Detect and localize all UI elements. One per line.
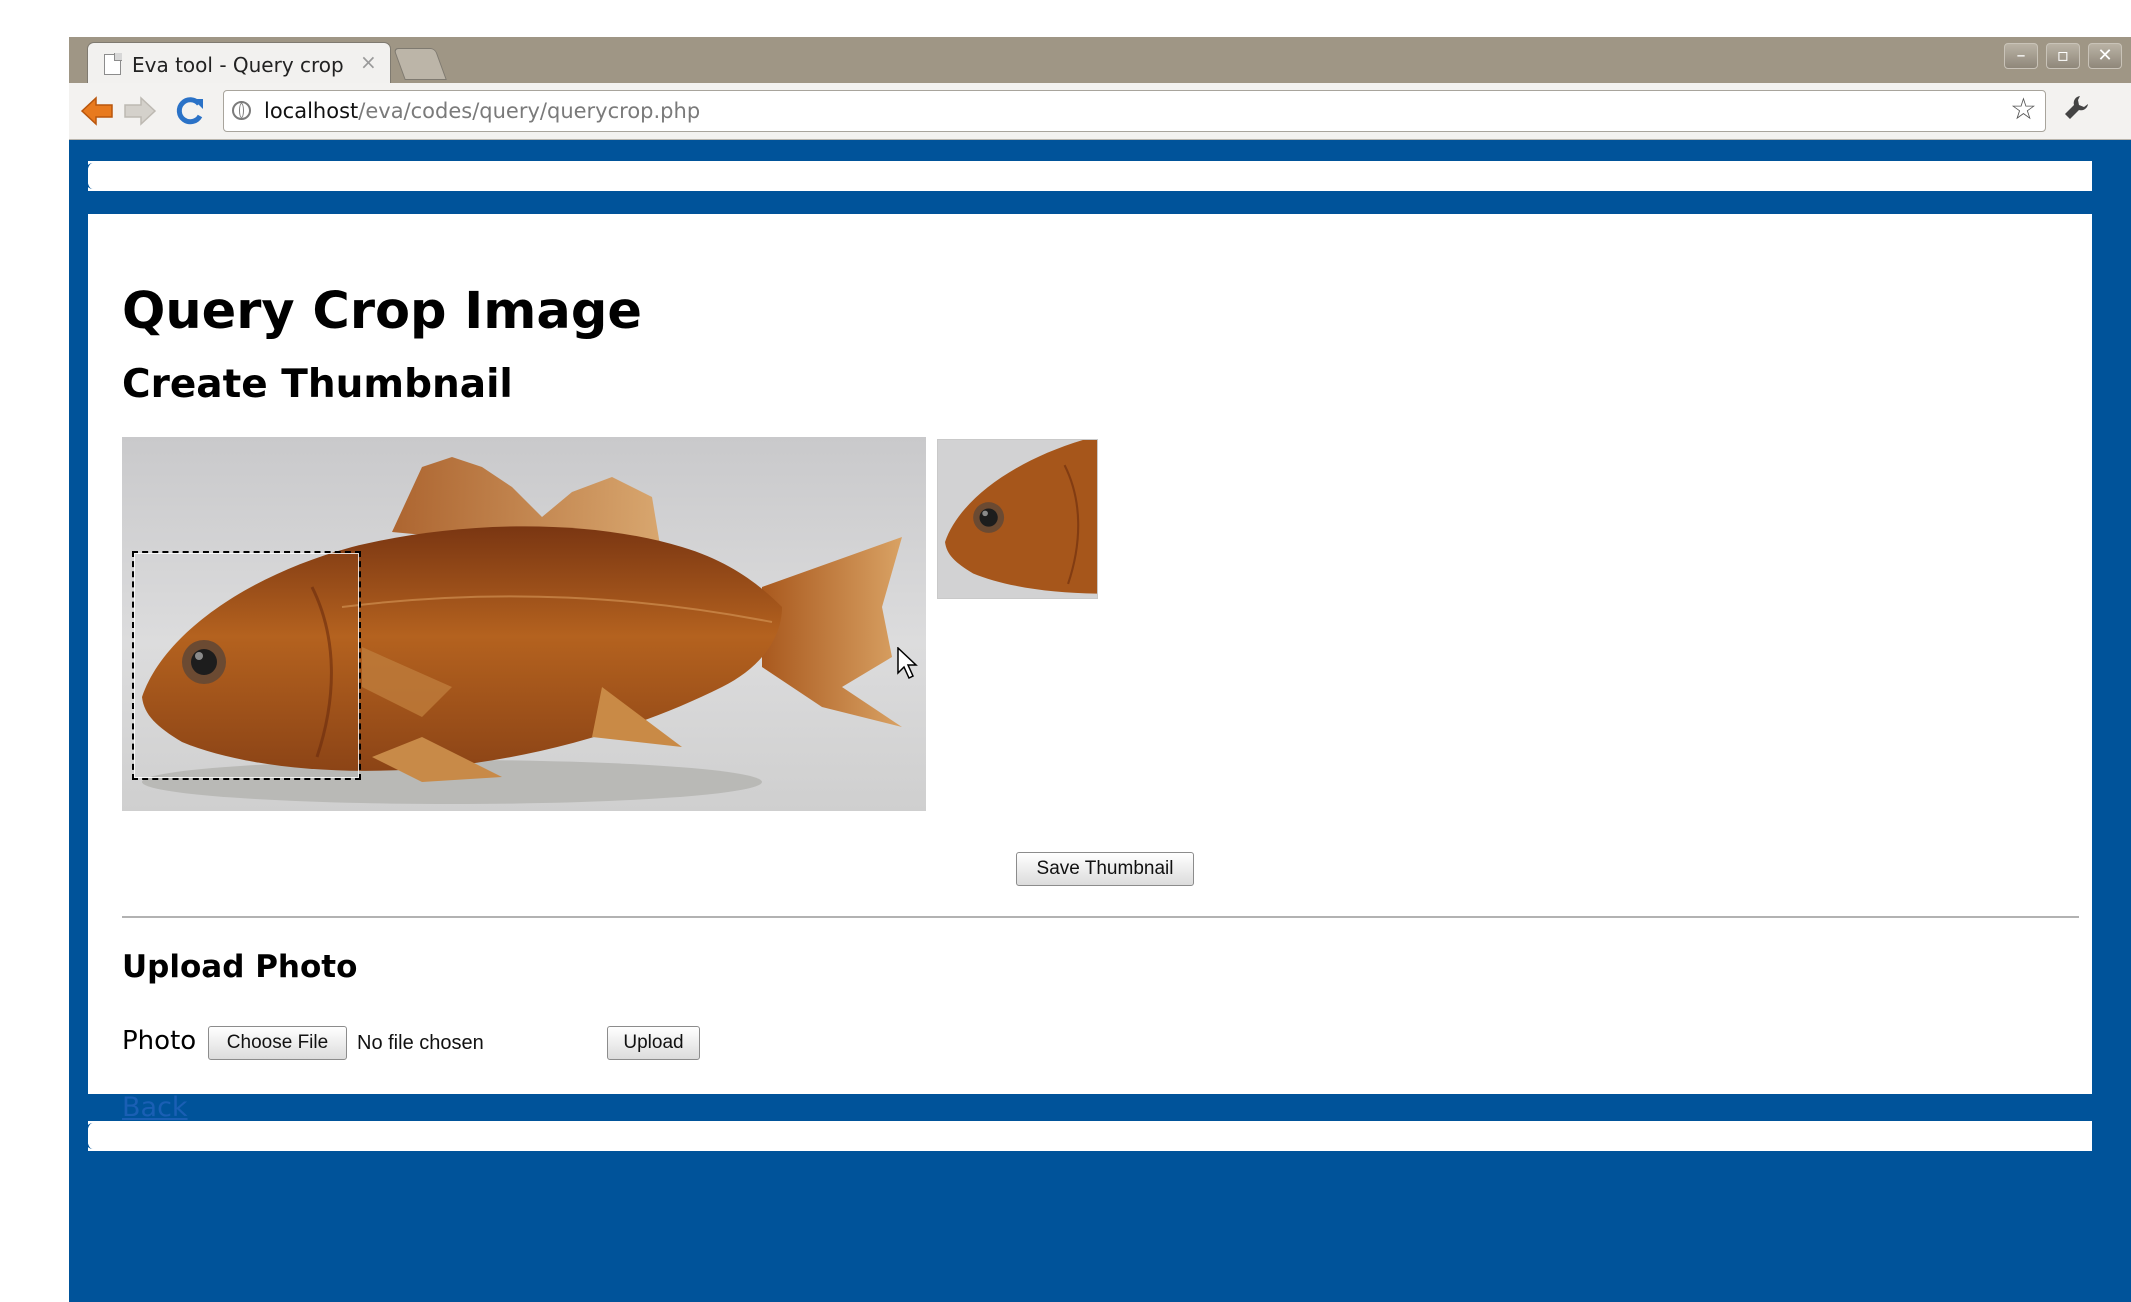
tab-query-crop[interactable]: Eva tool - Query crop × [87,42,391,84]
tab-strip: Eva tool - Query crop × – ▫ ✕ [69,37,2131,84]
crop-selection-box[interactable] [132,551,361,780]
browser-toolbar: localhost/eva/codes/query/querycrop.php … [69,83,2131,140]
star-icon[interactable]: ☆ [2010,94,2037,126]
page-title: Query Crop Image [122,282,642,341]
upload-button[interactable]: Upload [607,1026,700,1060]
forward-arrow-icon[interactable] [122,95,158,127]
globe-icon [232,101,251,120]
upload-photo-heading: Upload Photo [122,949,358,985]
page-icon [104,53,122,75]
header-bar [84,161,2092,191]
footer-bar [84,1121,2092,1151]
browser-window: Eva tool - Query crop × – ▫ ✕ localhost/… [69,37,2131,1302]
tab-title: Eva tool - Query crop [132,53,344,77]
new-tab-button[interactable] [393,48,447,80]
content-panel: Query Crop Image Create Thumbnail Save T… [88,214,2092,1123]
reload-icon[interactable] [172,95,208,127]
divider [122,916,2079,918]
photo-label: Photo [122,1026,197,1056]
thumbnail-preview [937,439,1098,599]
minimize-button[interactable]: – [2004,43,2038,69]
address-bar[interactable]: localhost/eva/codes/query/querycrop.php … [223,90,2046,132]
url-text: localhost/eva/codes/query/querycrop.php [264,99,701,123]
close-window-button[interactable]: ✕ [2088,43,2122,69]
save-thumbnail-button[interactable]: Save Thumbnail [1016,852,1194,886]
back-link[interactable]: Back [122,1092,188,1123]
fish-photo[interactable] [122,437,926,811]
choose-file-button[interactable]: Choose File [208,1026,347,1060]
tab-close-icon[interactable]: × [360,52,377,72]
maximize-button[interactable]: ▫ [2046,43,2080,69]
section-title: Create Thumbnail [122,362,513,407]
wrench-icon[interactable] [2062,93,2092,130]
back-arrow-icon[interactable] [79,95,115,127]
file-status-text: No file chosen [357,1032,484,1054]
